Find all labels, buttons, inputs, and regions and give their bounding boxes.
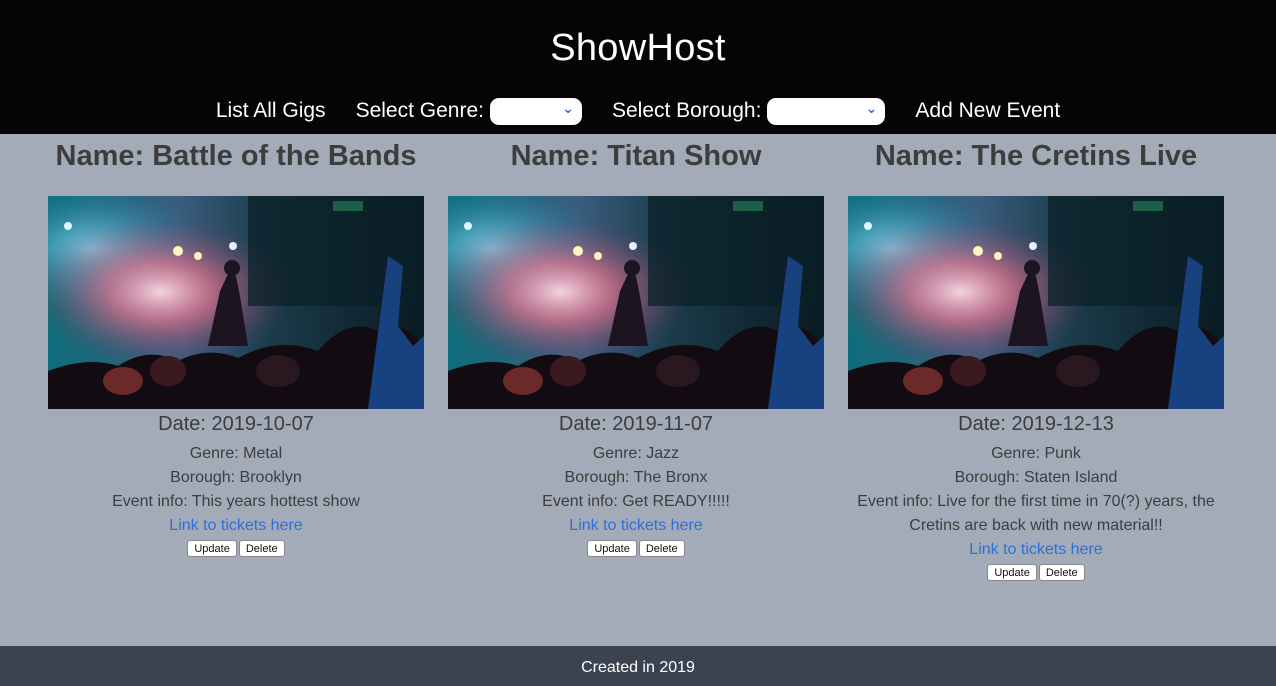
main-nav: List All Gigs Select Genre: ⌄ Select Bor… — [0, 96, 1276, 126]
event-name: Name: The Cretins Live — [874, 140, 1198, 172]
update-button[interactable]: Update — [187, 540, 237, 557]
event-genre: Genre: Punk — [991, 445, 1081, 462]
event-image — [48, 196, 424, 409]
card-actions: Update Delete — [36, 540, 436, 557]
event-name: Name: Titan Show — [510, 140, 762, 172]
event-card: Name: Titan Show Date: 2019-11-07 Genre:… — [436, 134, 836, 557]
event-genre: Genre: Jazz — [592, 445, 680, 462]
ticket-link[interactable]: Link to tickets here — [436, 514, 836, 538]
event-borough: Borough: Staten Island — [954, 469, 1118, 486]
borough-filter: Select Borough: ⌄ — [611, 97, 886, 125]
event-date: Date: 2019-10-07 — [158, 413, 314, 435]
event-image — [448, 196, 824, 409]
genre-select[interactable]: ⌄ — [489, 97, 582, 125]
update-button[interactable]: Update — [987, 564, 1037, 581]
card-actions: Update Delete — [836, 564, 1236, 581]
list-all-gigs-link[interactable]: List All Gigs — [216, 99, 326, 123]
borough-select[interactable]: ⌄ — [767, 97, 886, 125]
ticket-link[interactable]: Link to tickets here — [36, 514, 436, 538]
ticket-link[interactable]: Link to tickets here — [836, 538, 1236, 562]
event-info: Event info: Live for the first time in 7… — [857, 493, 1215, 534]
event-image — [848, 196, 1224, 409]
event-info: Event info: Get READY!!!!! — [542, 493, 730, 510]
chevron-down-icon: ⌄ — [562, 99, 574, 116]
event-list: Name: Battle of the Bands Date: 2019-10-… — [0, 134, 1276, 646]
delete-button[interactable]: Delete — [1038, 564, 1085, 581]
genre-filter: Select Genre: ⌄ — [355, 97, 582, 125]
update-button[interactable]: Update — [587, 540, 637, 557]
event-date: Date: 2019-11-07 — [558, 413, 714, 435]
event-info: Event info: This years hottest show — [112, 493, 360, 510]
borough-select-label: Select Borough: — [611, 99, 762, 122]
event-name: Name: Battle of the Bands — [55, 140, 417, 172]
event-borough: Borough: The Bronx — [564, 469, 708, 486]
header: ShowHost List All Gigs Select Genre: ⌄ S… — [0, 0, 1276, 134]
chevron-down-icon: ⌄ — [865, 99, 878, 116]
add-new-event-link[interactable]: Add New Event — [915, 99, 1060, 123]
card-actions: Update Delete — [436, 540, 836, 557]
genre-select-label: Select Genre: — [355, 99, 484, 122]
delete-button[interactable]: Delete — [638, 540, 685, 557]
event-card: Name: The Cretins Live Date: 2019-12-13 … — [836, 134, 1236, 581]
delete-button[interactable]: Delete — [238, 540, 285, 557]
brand-title[interactable]: ShowHost — [0, 27, 1276, 70]
event-card: Name: Battle of the Bands Date: 2019-10-… — [36, 134, 436, 557]
event-borough: Borough: Brooklyn — [170, 469, 302, 486]
footer: Created in 2019 — [0, 646, 1276, 686]
event-date: Date: 2019-12-13 — [958, 413, 1114, 435]
event-genre: Genre: Metal — [189, 445, 283, 462]
